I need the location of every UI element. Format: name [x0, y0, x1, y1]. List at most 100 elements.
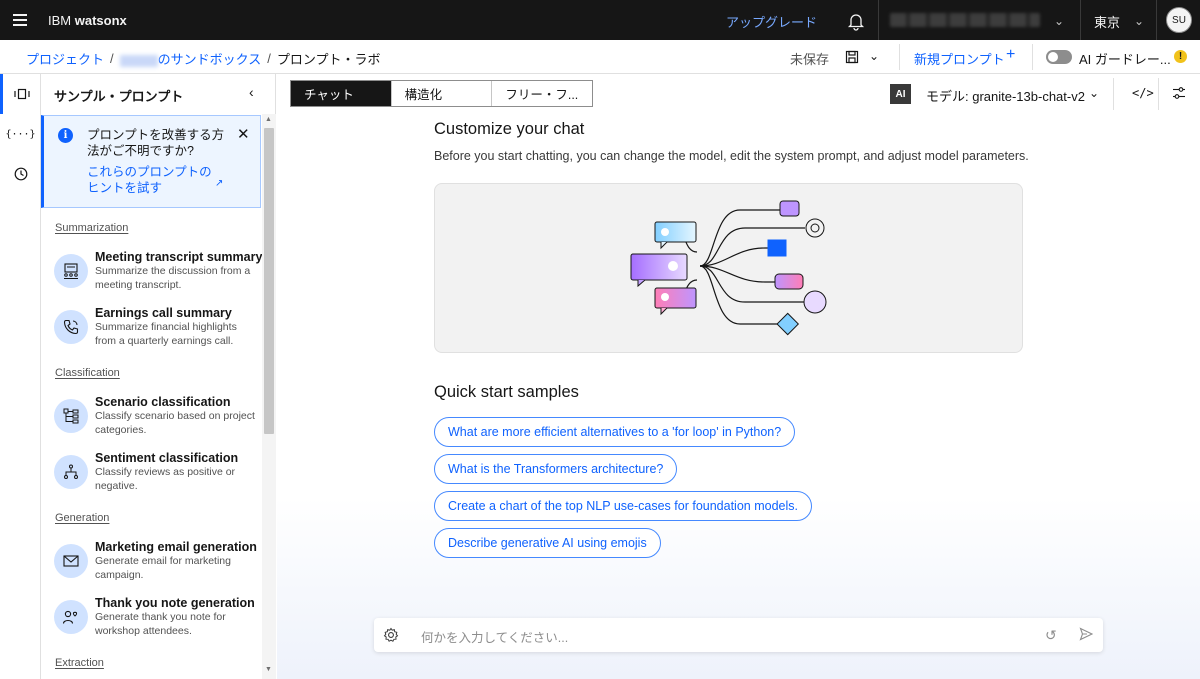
variables-icon[interactable]: {···} [0, 114, 41, 154]
meeting-icon [54, 254, 88, 288]
sample-description: Generate thank you note for workshop att… [95, 611, 226, 637]
sample-title: Scenario classification [95, 395, 231, 409]
category-classification: Classification [55, 367, 120, 379]
region-selector[interactable]: 東京 [1094, 12, 1120, 31]
toolbar-divider [1113, 78, 1114, 110]
prompt-lab-icon[interactable] [0, 74, 41, 114]
close-icon[interactable]: ✕ [237, 125, 250, 143]
add-icon[interactable]: + [1006, 46, 1015, 64]
chevron-down-icon[interactable]: ⌄ [1089, 86, 1099, 100]
decision-tree-icon [54, 455, 88, 489]
information-icon: i [58, 128, 73, 143]
menu-icon[interactable] [0, 0, 40, 40]
chat-input[interactable]: 何かを入力してください... [421, 627, 568, 646]
sample-earnings-call-summary[interactable]: Earnings call summary Summarize financia… [54, 306, 264, 354]
chat-illustration [434, 183, 1023, 353]
reset-icon[interactable]: ↺ [1045, 627, 1057, 644]
header-divider [878, 0, 879, 40]
clock-glyph [14, 167, 27, 181]
sample-chip[interactable]: Describe generative AI using emojis [434, 528, 661, 558]
breadcrumb-projects[interactable]: プロジェクト [26, 49, 104, 68]
sample-chip[interactable]: What is the Transformers architecture? [434, 454, 678, 484]
tab-freeform[interactable]: フリー・フ... [492, 81, 593, 106]
breadcrumb-separator: / [110, 51, 114, 66]
scroll-down-icon[interactable]: ▼ [265, 666, 272, 673]
sample-title: Thank you note generation [95, 596, 255, 610]
sample-description: Summarize financial highlights from a qu… [95, 321, 237, 347]
toolbar-divider [1032, 44, 1033, 70]
sample-chip[interactable]: Create a chart of the top NLP use-cases … [434, 491, 812, 521]
breadcrumb-bar: プロジェクト / のサンドボックス / プロンプト・ラボ 未保存 ⌄ 新規プロン… [0, 40, 1200, 74]
category-generation: Generation [55, 512, 110, 524]
warning-icon: ! [1174, 50, 1187, 63]
scroll-up-icon[interactable]: ▲ [265, 116, 272, 123]
customize-heading: Customize your chat [434, 120, 585, 138]
model-selector[interactable]: モデル: granite-13b-chat-v2 [926, 86, 1085, 105]
customize-description: Before you start chatting, you can chang… [434, 149, 1029, 163]
toolbar-divider [899, 44, 900, 70]
ai-icon: AI [890, 84, 911, 104]
quick-start-heading: Quick start samples [434, 383, 579, 401]
chat-workspace: チャット 構造化 フリー・フ... AI モデル: granite-13b-ch… [277, 74, 1200, 679]
sample-meeting-transcript-summary[interactable]: Meeting transcript summary Summarize the… [54, 250, 264, 298]
sample-title: Sentiment classification [95, 451, 239, 465]
chevron-down-icon[interactable]: ⌄ [869, 49, 879, 63]
header-divider [1156, 0, 1157, 40]
category-summarization: Summarization [55, 222, 129, 234]
upgrade-link[interactable]: アップグレード [726, 12, 817, 31]
save-status: 未保存 [790, 52, 830, 67]
product-name[interactable]: IBM watsonx [48, 13, 127, 28]
branching-illustration [630, 200, 827, 336]
breadcrumb-separator: / [267, 51, 271, 66]
settings-icon[interactable] [383, 627, 399, 643]
breadcrumb-sandbox-label: のサンドボックス [157, 52, 262, 67]
prompt-lab-glyph [14, 88, 30, 100]
hierarchy-icon [54, 399, 88, 433]
sample-description: Classify scenario based on project categ… [95, 410, 255, 436]
code-icon[interactable]: </> [1132, 86, 1154, 100]
sample-thank-you-note-generation[interactable]: Thank you note generation Generate thank… [54, 596, 264, 644]
chevron-down-icon[interactable]: ⌄ [1134, 14, 1144, 28]
breadcrumb-current: プロンプト・ラボ [276, 52, 381, 67]
launch-icon[interactable]: ↗ [215, 178, 223, 189]
sample-description: Summarize the discussion from a meeting … [95, 265, 251, 291]
panel-title: サンプル・プロンプト [54, 89, 184, 104]
sample-title: Marketing email generation [95, 540, 257, 554]
tips-notification: i プロンプトを改善する方法がご不明ですか? ✕ これらのプロンプトのヒントを試… [41, 115, 261, 208]
user-favorite-icon [54, 600, 88, 634]
avatar[interactable]: SU [1166, 7, 1192, 33]
category-extraction: Extraction [55, 657, 104, 669]
sample-description: Classify reviews as positive or negative… [95, 466, 236, 492]
phone-icon [54, 310, 88, 344]
toolbar-divider [1158, 78, 1159, 110]
settings-adjust-icon[interactable] [1172, 86, 1186, 100]
redacted-name [119, 54, 158, 67]
left-rail: {···} [0, 74, 41, 679]
email-icon [54, 544, 88, 578]
sample-prompts-panel: サンプル・プロンプト ‹ i プロンプトを改善する方法がご不明ですか? ✕ これ… [41, 74, 276, 679]
notification-text: プロンプトを改善する方法がご不明ですか? [87, 128, 225, 158]
save-icon[interactable] [845, 50, 859, 64]
notification-icon[interactable] [846, 11, 866, 31]
sample-marketing-email-generation[interactable]: Marketing email generation Generate emai… [54, 540, 264, 588]
prompt-tips-link[interactable]: これらのプロンプトのヒントを試す [87, 164, 215, 196]
sample-title: Meeting transcript summary [95, 250, 263, 264]
chevron-down-icon[interactable]: ⌄ [1054, 14, 1064, 28]
tab-chat[interactable]: チャット [291, 81, 392, 106]
sample-scenario-classification[interactable]: Scenario classification Classify scenari… [54, 395, 264, 443]
tab-structured[interactable]: 構造化 [391, 81, 493, 106]
panel-scrollbar-thumb[interactable] [264, 128, 274, 434]
history-icon[interactable] [0, 154, 41, 194]
chevron-left-icon[interactable]: ‹ [249, 84, 254, 100]
sample-description: Generate email for marketing campaign. [95, 555, 231, 581]
sample-sentiment-classification[interactable]: Sentiment classification Classify review… [54, 451, 264, 499]
breadcrumb-sandbox[interactable]: のサンドボックス [119, 49, 262, 68]
send-icon[interactable] [1079, 627, 1093, 641]
sample-chip[interactable]: What are more efficient alternatives to … [434, 417, 796, 447]
mode-tabs: チャット 構造化 フリー・フ... [290, 80, 593, 107]
chat-input-bar: 何かを入力してください... ↺ [374, 618, 1103, 652]
guardrails-toggle[interactable] [1046, 50, 1072, 64]
account-switcher[interactable] [890, 13, 1040, 27]
sample-title: Earnings call summary [95, 306, 232, 320]
new-prompt-button[interactable]: 新規プロンプト [914, 49, 1005, 68]
